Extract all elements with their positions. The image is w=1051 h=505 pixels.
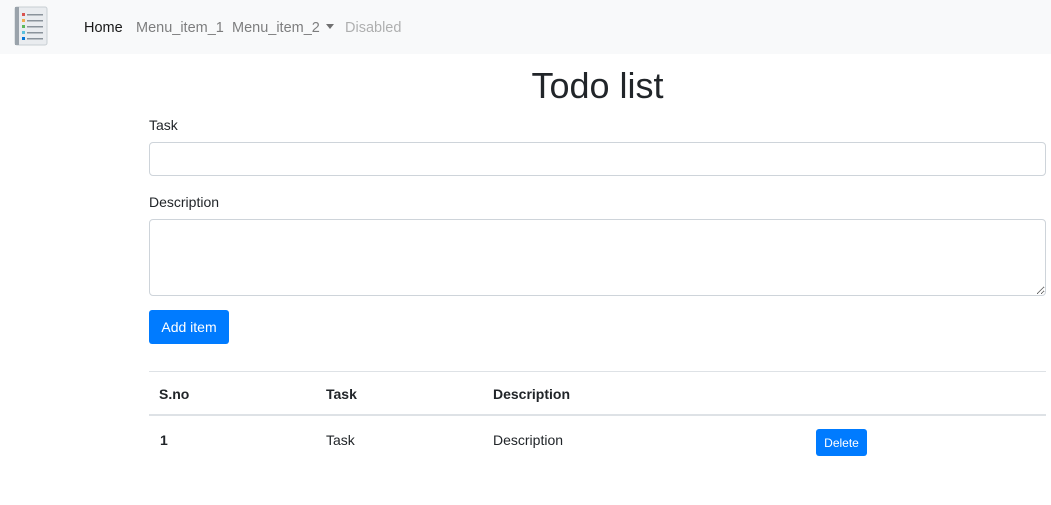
header-task: Task xyxy=(326,386,357,402)
caret-down-icon xyxy=(325,24,334,29)
row-description: Description xyxy=(493,432,564,448)
task-label: Task xyxy=(149,117,178,133)
header-description: Description xyxy=(493,386,571,402)
nav-disabled: Disabled xyxy=(345,20,402,36)
add-item-button[interactable]: Add item xyxy=(149,310,229,344)
table-header-border xyxy=(149,414,1046,416)
nav-menu-item-1[interactable]: Menu_item_1 xyxy=(136,19,224,37)
page-title: Todo list xyxy=(531,65,664,106)
navbar: Home Menu_item_1 Menu_item_2 Disabled xyxy=(0,0,1051,54)
description-label: Description xyxy=(149,194,220,210)
delete-button[interactable]: Delete xyxy=(816,429,867,456)
row-sno: 1 xyxy=(160,432,168,448)
todo-list-icon[interactable] xyxy=(13,6,49,46)
nav-menu-item-2-label: Menu_item_2 xyxy=(232,20,320,36)
header-sno: S.no xyxy=(159,386,190,402)
description-textarea[interactable] xyxy=(149,219,1046,296)
nav-home[interactable]: Home xyxy=(84,19,123,37)
row-task: Task xyxy=(326,432,355,448)
nav-menu-item-2-dropdown[interactable]: Menu_item_2 xyxy=(232,19,334,37)
task-input[interactable] xyxy=(149,142,1046,176)
table-top-border xyxy=(149,371,1046,372)
